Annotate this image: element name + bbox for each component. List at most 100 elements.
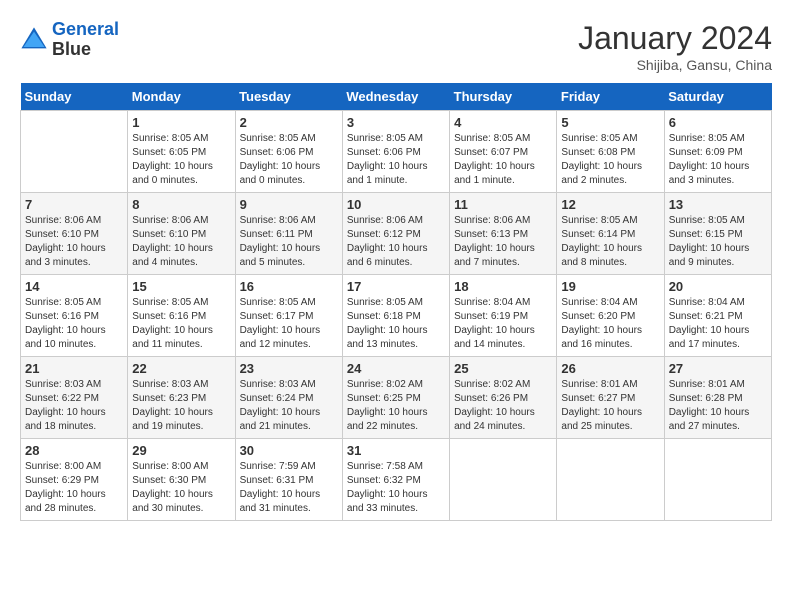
day-number: 15 (132, 279, 230, 294)
day-info: Sunrise: 8:01 AM Sunset: 6:28 PM Dayligh… (669, 378, 767, 434)
week-row-3: 14 Sunrise: 8:05 AM Sunset: 6:16 PM Dayli… (21, 275, 772, 357)
day-number: 9 (240, 197, 338, 212)
day-number: 19 (561, 279, 659, 294)
day-info: Sunrise: 8:05 AM Sunset: 6:08 PM Dayligh… (561, 132, 659, 188)
calendar-cell: 4Sunrise: 8:05 AM Sunset: 6:07 PM Daylig… (450, 111, 557, 193)
day-info: Sunrise: 8:05 AM Sunset: 6:09 PM Dayligh… (669, 132, 767, 188)
day-number: 26 (561, 361, 659, 376)
logo-icon (20, 26, 48, 54)
day-info: Sunrise: 8:05 AM Sunset: 6:15 PM Dayligh… (669, 214, 767, 270)
calendar-cell (664, 439, 771, 521)
day-number: 16 (240, 279, 338, 294)
day-number: 4 (454, 115, 552, 130)
day-number: 21 (25, 361, 123, 376)
day-info: Sunrise: 8:00 AM Sunset: 6:30 PM Dayligh… (132, 460, 230, 516)
calendar-cell: 20Sunrise: 8:04 AM Sunset: 6:21 PM Dayli… (664, 275, 771, 357)
calendar-cell: 26Sunrise: 8:01 AM Sunset: 6:27 PM Dayli… (557, 357, 664, 439)
calendar-cell: 5Sunrise: 8:05 AM Sunset: 6:08 PM Daylig… (557, 111, 664, 193)
day-number: 18 (454, 279, 552, 294)
day-info: Sunrise: 8:03 AM Sunset: 6:24 PM Dayligh… (240, 378, 338, 434)
day-number: 10 (347, 197, 445, 212)
calendar-cell: 30Sunrise: 7:59 AM Sunset: 6:31 PM Dayli… (235, 439, 342, 521)
week-row-1: 1 Sunrise: 8:05 AM Sunset: 6:05 PM Daylig… (21, 111, 772, 193)
logo-line1: General (52, 19, 119, 39)
day-info: Sunrise: 8:02 AM Sunset: 6:26 PM Dayligh… (454, 378, 552, 434)
calendar-cell: 3Sunrise: 8:05 AM Sunset: 6:06 PM Daylig… (342, 111, 449, 193)
calendar-cell: 8Sunrise: 8:06 AM Sunset: 6:10 PM Daylig… (128, 193, 235, 275)
calendar-cell: 15 Sunrise: 8:05 AM Sunset: 6:16 PM Dayli… (128, 275, 235, 357)
day-info: Sunrise: 8:05 AM Sunset: 6:14 PM Dayligh… (561, 214, 659, 270)
day-info: Sunrise: 8:06 AM Sunset: 6:10 PM Dayligh… (25, 214, 123, 270)
calendar-cell: 14 Sunrise: 8:05 AM Sunset: 6:16 PM Dayli… (21, 275, 128, 357)
calendar-cell: 17 Sunrise: 8:05 AM Sunset: 6:18 PM Dayli… (342, 275, 449, 357)
day-number: 23 (240, 361, 338, 376)
calendar-cell: 28 Sunrise: 8:00 AM Sunset: 6:29 PM Dayli… (21, 439, 128, 521)
day-number: 12 (561, 197, 659, 212)
day-number: 31 (347, 443, 445, 458)
day-info: Sunrise: 8:02 AM Sunset: 6:25 PM Dayligh… (347, 378, 445, 434)
calendar-cell: 22 Sunrise: 8:03 AM Sunset: 6:23 PM Dayli… (128, 357, 235, 439)
calendar-cell: 25 Sunrise: 8:02 AM Sunset: 6:26 PM Dayli… (450, 357, 557, 439)
header-cell-thursday: Thursday (450, 83, 557, 111)
calendar-cell: 13Sunrise: 8:05 AM Sunset: 6:15 PM Dayli… (664, 193, 771, 275)
calendar-title: January 2024 (578, 20, 772, 57)
day-info: Sunrise: 7:58 AM Sunset: 6:32 PM Dayligh… (347, 460, 445, 516)
calendar-table: SundayMondayTuesdayWednesdayThursdayFrid… (20, 83, 772, 521)
day-info: Sunrise: 8:06 AM Sunset: 6:13 PM Dayligh… (454, 214, 552, 270)
day-number: 14 (25, 279, 123, 294)
day-number: 11 (454, 197, 552, 212)
day-number: 28 (25, 443, 123, 458)
calendar-cell: 1 Sunrise: 8:05 AM Sunset: 6:05 PM Daylig… (128, 111, 235, 193)
calendar-cell: 10 Sunrise: 8:06 AM Sunset: 6:12 PM Dayli… (342, 193, 449, 275)
calendar-cell: 29 Sunrise: 8:00 AM Sunset: 6:30 PM Dayli… (128, 439, 235, 521)
day-number: 20 (669, 279, 767, 294)
calendar-cell: 31 Sunrise: 7:58 AM Sunset: 6:32 PM Dayli… (342, 439, 449, 521)
day-number: 3 (347, 115, 445, 130)
calendar-subtitle: Shijiba, Gansu, China (578, 57, 772, 73)
logo-text: General Blue (52, 20, 119, 60)
day-info: Sunrise: 8:00 AM Sunset: 6:29 PM Dayligh… (25, 460, 123, 516)
header-cell-monday: Monday (128, 83, 235, 111)
day-info: Sunrise: 8:04 AM Sunset: 6:20 PM Dayligh… (561, 296, 659, 352)
day-number: 24 (347, 361, 445, 376)
calendar-cell: 16Sunrise: 8:05 AM Sunset: 6:17 PM Dayli… (235, 275, 342, 357)
calendar-cell: 19 Sunrise: 8:04 AM Sunset: 6:20 PM Dayli… (557, 275, 664, 357)
day-info: Sunrise: 8:05 AM Sunset: 6:05 PM Dayligh… (132, 132, 230, 188)
day-number: 22 (132, 361, 230, 376)
calendar-cell: 18Sunrise: 8:04 AM Sunset: 6:19 PM Dayli… (450, 275, 557, 357)
calendar-cell: 27 Sunrise: 8:01 AM Sunset: 6:28 PM Dayli… (664, 357, 771, 439)
calendar-cell (21, 111, 128, 193)
calendar-cell (450, 439, 557, 521)
day-info: Sunrise: 8:05 AM Sunset: 6:06 PM Dayligh… (240, 132, 338, 188)
week-row-4: 21 Sunrise: 8:03 AM Sunset: 6:22 PM Dayli… (21, 357, 772, 439)
day-number: 8 (132, 197, 230, 212)
calendar-cell: 24 Sunrise: 8:02 AM Sunset: 6:25 PM Dayli… (342, 357, 449, 439)
header-cell-friday: Friday (557, 83, 664, 111)
calendar-cell (557, 439, 664, 521)
header-cell-sunday: Sunday (21, 83, 128, 111)
calendar-cell: 7 Sunrise: 8:06 AM Sunset: 6:10 PM Daylig… (21, 193, 128, 275)
day-number: 7 (25, 197, 123, 212)
day-info: Sunrise: 8:05 AM Sunset: 6:18 PM Dayligh… (347, 296, 445, 352)
day-info: Sunrise: 8:03 AM Sunset: 6:22 PM Dayligh… (25, 378, 123, 434)
day-number: 25 (454, 361, 552, 376)
day-info: Sunrise: 8:05 AM Sunset: 6:16 PM Dayligh… (25, 296, 123, 352)
calendar-cell: 11 Sunrise: 8:06 AM Sunset: 6:13 PM Dayli… (450, 193, 557, 275)
day-number: 1 (132, 115, 230, 130)
calendar-cell: 12 Sunrise: 8:05 AM Sunset: 6:14 PM Dayli… (557, 193, 664, 275)
title-block: January 2024 Shijiba, Gansu, China (578, 20, 772, 73)
calendar-cell: 21 Sunrise: 8:03 AM Sunset: 6:22 PM Dayli… (21, 357, 128, 439)
day-info: Sunrise: 8:06 AM Sunset: 6:12 PM Dayligh… (347, 214, 445, 270)
day-number: 2 (240, 115, 338, 130)
day-number: 30 (240, 443, 338, 458)
calendar-cell: 23 Sunrise: 8:03 AM Sunset: 6:24 PM Dayli… (235, 357, 342, 439)
day-number: 27 (669, 361, 767, 376)
logo-line2: Blue (52, 40, 119, 60)
header-cell-wednesday: Wednesday (342, 83, 449, 111)
header-cell-saturday: Saturday (664, 83, 771, 111)
day-number: 17 (347, 279, 445, 294)
day-info: Sunrise: 8:03 AM Sunset: 6:23 PM Dayligh… (132, 378, 230, 434)
day-info: Sunrise: 8:05 AM Sunset: 6:16 PM Dayligh… (132, 296, 230, 352)
day-number: 29 (132, 443, 230, 458)
logo: General Blue (20, 20, 119, 60)
